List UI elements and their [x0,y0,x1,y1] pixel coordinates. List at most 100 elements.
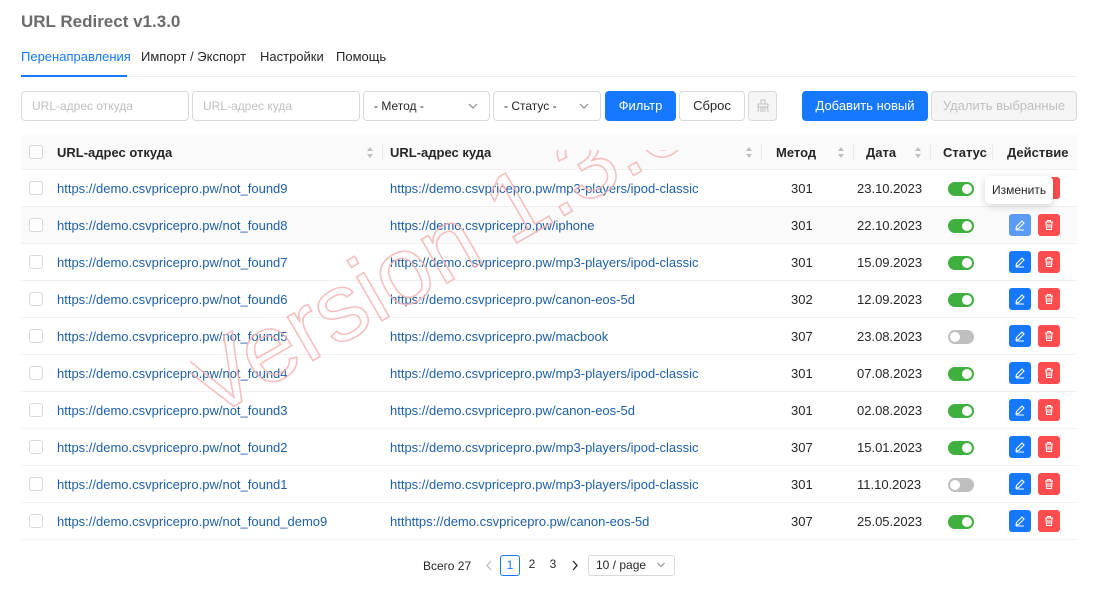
column-header-date[interactable]: Дата [866,135,896,170]
sort-icon[interactable] [366,146,374,159]
row-checkbox[interactable] [29,477,43,491]
edit-button[interactable] [1009,251,1031,273]
status-toggle[interactable] [948,367,974,381]
chevron-right-icon[interactable] [570,559,580,572]
from-url-link[interactable]: https://demo.csvpricepro.pw/not_found_de… [57,503,327,540]
chevron-left-icon[interactable] [484,559,494,572]
row-checkbox[interactable] [29,440,43,454]
to-url-link[interactable]: https://demo.csvpricepro.pw/canon-eos-5d [390,281,635,318]
page-1[interactable]: 1 [500,555,520,576]
delete-button[interactable] [1038,436,1060,458]
redirect-date: 07.08.2023 [857,366,923,381]
sort-icon[interactable] [837,146,845,159]
from-url-filter-input[interactable] [21,91,189,121]
edit-button[interactable] [1009,325,1031,347]
redirect-date: 15.01.2023 [857,440,923,455]
filter-button[interactable]: Фильтр [605,91,676,121]
to-url-link[interactable]: https://demo.csvpricepro.pw/mp3-players/… [390,429,699,466]
status-toggle[interactable] [948,219,974,233]
row-checkbox[interactable] [29,366,43,380]
method-select[interactable]: - Метод - [363,91,490,121]
row-checkbox[interactable] [29,329,43,343]
row-checkbox[interactable] [29,292,43,306]
clear-filter-button[interactable] [748,91,777,121]
delete-button[interactable] [1038,473,1060,495]
status-toggle[interactable] [948,441,974,455]
edit-button[interactable] [1009,288,1031,310]
add-new-button[interactable]: Добавить новый [802,91,928,121]
redirect-date: 11.10.2023 [857,477,922,492]
delete-selected-button[interactable]: Удалить выбранные [931,91,1077,121]
row-checkbox[interactable] [29,255,43,269]
from-url-link[interactable]: https://demo.csvpricepro.pw/not_found1 [57,466,288,503]
from-url-link[interactable]: https://demo.csvpricepro.pw/not_found8 [57,207,288,244]
column-header-status: Статус [943,145,987,160]
tab-import-export[interactable]: Импорт / Экспорт [141,49,246,64]
trash-icon [1045,404,1053,416]
to-url-link[interactable]: https://demo.csvpricepro.pw/mp3-players/… [390,466,699,503]
from-url-link[interactable]: https://demo.csvpricepro.pw/not_found9 [57,170,288,207]
from-url-link[interactable]: https://demo.csvpricepro.pw/not_found2 [57,429,288,466]
delete-button[interactable] [1038,399,1060,421]
broom-icon [757,99,768,113]
status-select[interactable]: - Статус - [493,91,601,121]
column-header-method[interactable]: Метод [776,135,816,170]
status-toggle[interactable] [948,256,974,270]
delete-button[interactable] [1038,214,1060,236]
reset-button[interactable]: Сброс [679,91,745,121]
from-url-link[interactable]: https://demo.csvpricepro.pw/not_found4 [57,355,288,392]
tab-redirects[interactable]: Перенаправления [21,49,131,64]
delete-button[interactable] [1038,288,1060,310]
table-row: https://demo.csvpricepro.pw/not_found6 ht… [21,281,1077,318]
page-2[interactable]: 2 [522,555,542,576]
delete-button[interactable] [1038,325,1060,347]
edit-button[interactable] [1009,399,1031,421]
to-url-link[interactable]: https://demo.csvpricepro.pw/iphone [390,207,595,244]
select-all-checkbox[interactable] [29,145,43,159]
to-url-filter-input[interactable] [192,91,360,121]
row-checkbox[interactable] [29,403,43,417]
edit-button[interactable] [1009,436,1031,458]
tab-help[interactable]: Помощь [336,49,386,64]
sort-icon[interactable] [914,146,922,159]
page-size-select[interactable]: 10 / page [588,555,675,576]
edit-button[interactable] [1009,510,1031,532]
to-url-link[interactable]: https://demo.csvpricepro.pw/mp3-players/… [390,244,699,281]
delete-button[interactable] [1038,510,1060,532]
column-header-to[interactable]: URL-адрес куда [390,135,491,170]
status-toggle[interactable] [948,478,974,492]
edit-button[interactable] [1009,473,1031,495]
to-url-link[interactable]: https://demo.csvpricepro.pw/mp3-players/… [390,170,699,207]
status-toggle[interactable] [948,404,974,418]
status-toggle[interactable] [948,330,974,344]
row-checkbox[interactable] [29,218,43,232]
edit-button[interactable] [1009,214,1031,236]
edit-button[interactable] [1009,362,1031,384]
trash-icon [1045,367,1053,379]
to-url-link[interactable]: https://demo.csvpricepro.pw/mp3-players/… [390,355,699,392]
status-toggle[interactable] [948,182,974,196]
delete-button[interactable] [1038,251,1060,273]
tab-settings[interactable]: Настройки [260,49,324,64]
column-header-from[interactable]: URL-адрес откуда [57,135,172,170]
to-url-link[interactable]: https://demo.csvpricepro.pw/canon-eos-5d [390,392,635,429]
column-divider [382,144,383,161]
edit-icon [1015,442,1025,453]
edit-icon [1015,405,1025,416]
row-checkbox[interactable] [29,181,43,195]
from-url-link[interactable]: https://demo.csvpricepro.pw/not_found3 [57,392,288,429]
page-3[interactable]: 3 [543,555,563,576]
table-row: https://demo.csvpricepro.pw/not_found5 ht… [21,318,1077,355]
delete-button[interactable] [1038,362,1060,384]
row-checkbox[interactable] [29,514,43,528]
to-url-link[interactable]: htthttps://demo.csvpricepro.pw/canon-eos… [390,503,649,540]
to-url-link[interactable]: https://demo.csvpricepro.pw/macbook [390,318,608,355]
table-row: https://demo.csvpricepro.pw/not_found3 ht… [21,392,1077,429]
status-toggle[interactable] [948,515,974,529]
from-url-link[interactable]: https://demo.csvpricepro.pw/not_found5 [57,318,288,355]
trash-icon [1045,219,1053,231]
from-url-link[interactable]: https://demo.csvpricepro.pw/not_found7 [57,244,288,281]
from-url-link[interactable]: https://demo.csvpricepro.pw/not_found6 [57,281,288,318]
sort-icon[interactable] [745,146,753,159]
status-toggle[interactable] [948,293,974,307]
